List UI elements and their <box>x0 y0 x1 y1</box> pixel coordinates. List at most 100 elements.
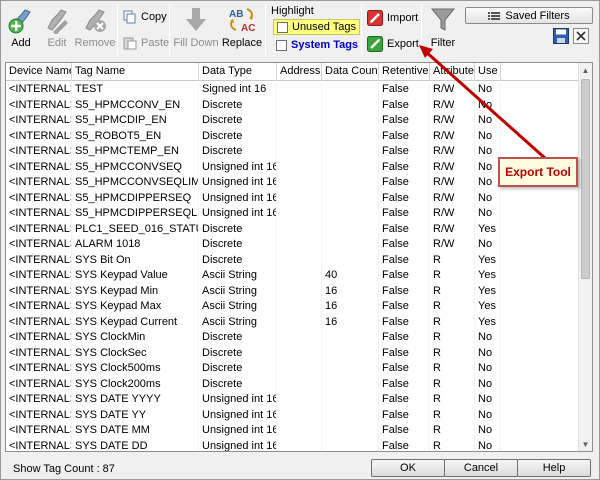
system-tags-checkbox[interactable]: System Tags <box>273 38 361 52</box>
scroll-down-icon[interactable]: ▼ <box>579 437 592 451</box>
column-header[interactable]: Tag Name <box>72 63 199 81</box>
table-cell: R/W <box>430 206 475 222</box>
table-row[interactable]: <INTERNAL> S5_HPMCCONVSEQ Unsigned int 16 F… <box>6 159 580 175</box>
table-cell: <INTERNAL> <box>6 314 72 330</box>
table-row[interactable]: <INTERNAL> S5_HPMCDIP_EN Discrete False R/W N… <box>6 113 580 129</box>
table-cell <box>322 438 379 451</box>
save-icon <box>553 28 569 44</box>
table-row[interactable]: <INTERNAL> SYS Keypad Max Ascii String 16 Fa… <box>6 299 580 315</box>
vertical-scrollbar[interactable]: ▲ ▼ <box>578 63 592 451</box>
table-cell: No <box>475 376 501 392</box>
table-row[interactable]: <INTERNAL> SYS Keypad Current Ascii String… <box>6 314 580 330</box>
table-cell: No <box>475 392 501 408</box>
table-row[interactable]: <INTERNAL> SYS Bit On Discrete False R Yes <box>6 252 580 268</box>
table-cell: R/W <box>430 128 475 144</box>
paste-button[interactable]: Paste <box>123 36 169 50</box>
save-filter-button[interactable] <box>553 28 569 44</box>
table-cell: False <box>379 128 430 144</box>
table-cell <box>322 190 379 206</box>
table-cell: Yes <box>475 299 501 315</box>
copy-button[interactable]: Copy <box>123 10 167 24</box>
table-row[interactable]: <INTERNAL> SYS Keypad Min Ascii String 16 Fa… <box>6 283 580 299</box>
import-button[interactable]: Import <box>367 10 418 26</box>
scroll-up-icon[interactable]: ▲ <box>579 63 592 77</box>
table-cell <box>277 221 322 237</box>
table-cell: SYS DATE YYYY <box>72 392 199 408</box>
unused-tags-checkbox[interactable]: Unused Tags <box>273 19 361 35</box>
table-cell <box>277 144 322 160</box>
add-button[interactable]: Add <box>5 5 37 49</box>
table-cell: <INTERNAL> <box>6 345 72 361</box>
table-row[interactable]: <INTERNAL> SYS ClockSec Discrete False R No <box>6 345 580 361</box>
table-cell <box>322 361 379 377</box>
table-cell: Yes <box>475 314 501 330</box>
fill-down-button[interactable]: Fill Down <box>173 5 219 49</box>
column-header[interactable]: Retentive <box>379 63 430 81</box>
table-cell <box>277 175 322 191</box>
table-cell: False <box>379 97 430 113</box>
column-header[interactable]: Address <box>277 63 322 81</box>
table-cell: SYS Keypad Max <box>72 299 199 315</box>
table-row[interactable]: <INTERNAL> TEST Signed int 16 False R/W No <box>6 82 580 98</box>
export-button[interactable]: Export <box>367 36 419 52</box>
table-row[interactable]: <INTERNAL> S5_HPMCCONV_EN Discrete False R/W… <box>6 97 580 113</box>
svg-text:AC: AC <box>241 23 255 34</box>
column-header[interactable]: Device Name <box>6 63 72 81</box>
table-row[interactable]: <INTERNAL> SYS Keypad Value Ascii String 40… <box>6 268 580 284</box>
table-cell: False <box>379 268 430 284</box>
table-row[interactable]: <INTERNAL> SYS DATE YYYY Unsigned int 16 Fa… <box>6 392 580 408</box>
table-cell: No <box>475 345 501 361</box>
table-row[interactable]: <INTERNAL> S5_HPMCCONVSEQLIMIT Unsigned in… <box>6 175 580 191</box>
column-header[interactable]: Attribute <box>430 63 475 81</box>
column-header[interactable]: Data Type <box>199 63 277 81</box>
system-tags-check[interactable] <box>276 39 287 51</box>
table-cell <box>277 438 322 451</box>
table-cell <box>277 299 322 315</box>
table-cell: False <box>379 82 430 98</box>
highlight-label: Highlight <box>271 5 314 17</box>
table-row[interactable]: <INTERNAL> PLC1_SEED_016_STATUS Discrete Fa… <box>6 221 580 237</box>
table-row[interactable]: <INTERNAL> S5_ROBOT5_EN Discrete False R/W No <box>6 128 580 144</box>
table-row[interactable]: <INTERNAL> SYS DATE MM Unsigned int 16 Fals… <box>6 423 580 439</box>
edit-button[interactable]: Edit <box>41 5 73 49</box>
close-filter-button[interactable] <box>573 28 589 44</box>
edit-tag-icon <box>42 5 72 35</box>
filter-button[interactable]: Filter <box>427 5 459 49</box>
table-cell: False <box>379 376 430 392</box>
table-cell: TEST <box>72 82 199 98</box>
table-row[interactable]: <INTERNAL> S5_HPMCTEMP_EN Discrete False R/W… <box>6 144 580 160</box>
table-body[interactable]: <INTERNAL> TEST Signed int 16 False R/W No <IN… <box>6 82 580 451</box>
saved-filters-button[interactable]: Saved Filters <box>465 7 593 24</box>
table-cell: <INTERNAL> <box>6 283 72 299</box>
table-row[interactable]: <INTERNAL> SYS Clock200ms Discrete False R No <box>6 376 580 392</box>
column-header[interactable]: Use <box>475 63 501 81</box>
unused-tags-check[interactable] <box>277 21 288 33</box>
table-cell <box>277 128 322 144</box>
table-cell: <INTERNAL> <box>6 82 72 98</box>
table-cell: Discrete <box>199 376 277 392</box>
scrollbar-thumb[interactable] <box>581 79 590 279</box>
table-row[interactable]: <INTERNAL> SYS DATE YY Unsigned int 16 Fals… <box>6 407 580 423</box>
table-cell: <INTERNAL> <box>6 330 72 346</box>
table-cell <box>322 392 379 408</box>
table-cell: R <box>430 299 475 315</box>
tag-table[interactable]: Device Name Tag Name Data Type Address Data … <box>5 62 593 452</box>
table-row[interactable]: <INTERNAL> ALARM 1018 Discrete False R/W No <box>6 237 580 253</box>
ok-button[interactable]: OK <box>371 459 445 477</box>
table-row[interactable]: <INTERNAL> SYS ClockMin Discrete False R No <box>6 330 580 346</box>
table-cell: <INTERNAL> <box>6 237 72 253</box>
help-button[interactable]: Help <box>517 459 591 477</box>
column-header[interactable]: Data Count <box>322 63 379 81</box>
table-cell: Unsigned int 16 <box>199 423 277 439</box>
table-row[interactable]: <INTERNAL> SYS DATE DD Unsigned int 16 Fals… <box>6 438 580 451</box>
table-cell: Yes <box>475 221 501 237</box>
table-cell <box>277 237 322 253</box>
table-cell: S5_HPMCDIPPERSEQLI... <box>72 206 199 222</box>
remove-button[interactable]: Remove <box>75 5 115 49</box>
replace-button[interactable]: AB AC Replace <box>221 5 263 49</box>
table-row[interactable]: <INTERNAL> SYS Clock500ms Discrete False R No <box>6 361 580 377</box>
table-cell: Unsigned int 16 <box>199 175 277 191</box>
cancel-button[interactable]: Cancel <box>444 459 518 477</box>
table-row[interactable]: <INTERNAL> S5_HPMCDIPPERSEQ Unsigned int 1… <box>6 190 580 206</box>
table-row[interactable]: <INTERNAL> S5_HPMCDIPPERSEQLI... Unsigned … <box>6 206 580 222</box>
